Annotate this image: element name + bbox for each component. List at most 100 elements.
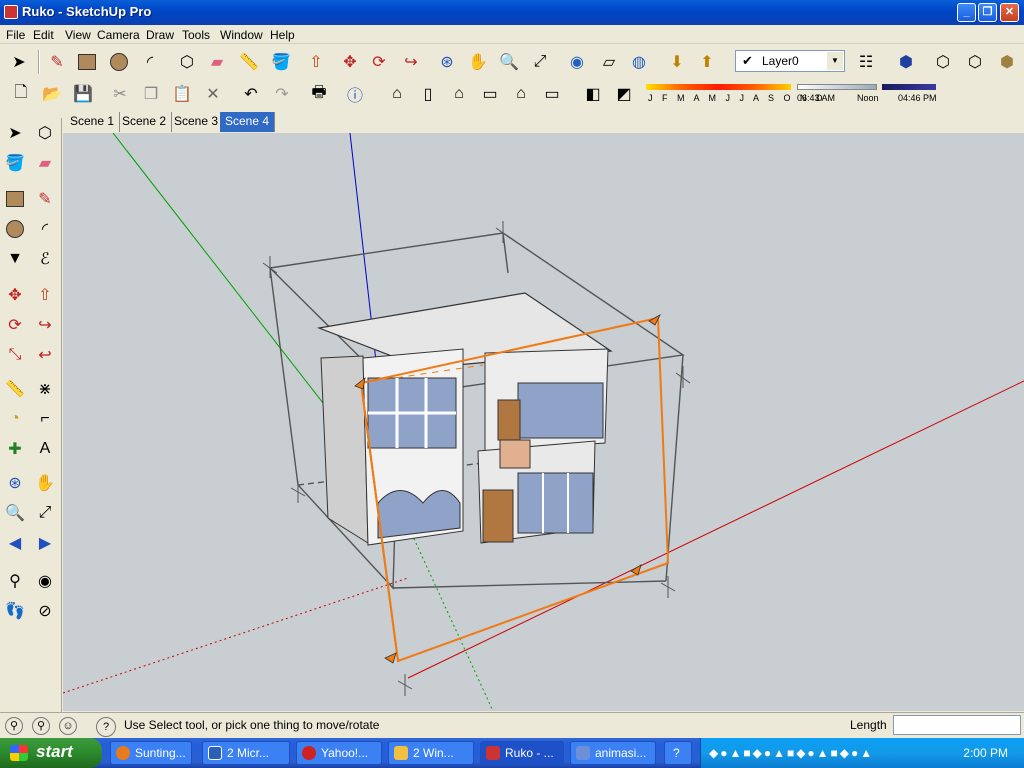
eraser-icon[interactable]: ▰ (204, 49, 230, 75)
walk-footprints-icon[interactable]: 👣 (2, 598, 28, 624)
maximize-button[interactable]: ❐ (978, 3, 997, 22)
tape-measure-icon[interactable]: 📏 (2, 376, 28, 402)
credits-icon[interactable]: ⚲ (32, 717, 50, 735)
building-model[interactable] (316, 292, 613, 546)
follow-me-icon[interactable]: ↪ (398, 49, 424, 75)
task-explorer[interactable]: 2 Win... (388, 741, 474, 765)
redo-icon[interactable]: ↷ (269, 81, 295, 107)
tab-scene-1[interactable]: Scene 1 (65, 112, 121, 132)
open-folder-icon[interactable]: 📂 (39, 81, 65, 107)
protractor-icon[interactable]: ◔ (2, 406, 28, 432)
select-icon[interactable]: ➤ (2, 120, 28, 146)
axes-icon[interactable]: ✚ (2, 436, 28, 462)
zoom-icon[interactable]: 🔍 (496, 49, 522, 75)
move-icon[interactable]: ✥ (2, 282, 28, 308)
user-icon[interactable]: ☺ (59, 717, 77, 735)
text-tool-icon[interactable]: ⌐ (32, 406, 58, 432)
back-view-icon[interactable]: ⌂ (508, 81, 534, 107)
geo-location-icon[interactable]: ⚲ (5, 717, 23, 735)
tab-scene-4[interactable]: Scene 4 (220, 112, 276, 132)
new-file-icon[interactable]: 🗋 (8, 81, 34, 107)
circle-icon[interactable] (106, 49, 132, 75)
month-slider[interactable] (646, 84, 791, 90)
copy-icon[interactable]: ❐ (138, 81, 164, 107)
close-button[interactable]: ✕ (1000, 3, 1019, 22)
eraser-icon[interactable]: ▰ (32, 150, 58, 176)
paint-bucket-icon[interactable]: 🪣 (2, 150, 28, 176)
zoom-extents-icon[interactable]: ⤢ (527, 49, 553, 75)
zoom-window-icon[interactable]: ⤢ (32, 500, 58, 526)
iso-view-icon[interactable]: ⌂ (384, 81, 410, 107)
share-component-icon[interactable]: ⬆ (694, 49, 720, 75)
rectangle-icon[interactable] (2, 186, 28, 212)
help-taskbar-button[interactable]: ? (664, 741, 692, 765)
time-slider-end[interactable] (882, 84, 936, 90)
top-view-icon[interactable]: ▯ (415, 81, 441, 107)
menu-tools[interactable]: Tools (182, 28, 210, 42)
offset-icon[interactable]: ↩ (32, 342, 58, 368)
task-sketchup[interactable]: Ruko - ... (480, 741, 564, 765)
measurements-input[interactable] (893, 715, 1021, 735)
tab-scene-3[interactable]: Scene 3 (169, 112, 225, 132)
move-icon[interactable]: ✥ (337, 49, 363, 75)
help-icon[interactable]: ? (96, 717, 116, 737)
share-model-icon[interactable]: ▱ (596, 49, 622, 75)
section-plane-icon[interactable]: ⊘ (32, 598, 58, 624)
menu-camera[interactable]: Camera (97, 28, 140, 42)
polygon-icon[interactable]: ▼ (2, 246, 28, 272)
3d-text-icon[interactable]: A (32, 436, 58, 462)
freehand-icon[interactable]: ℰ (32, 246, 58, 272)
get-component-icon[interactable]: ⬇ (664, 49, 690, 75)
menu-view[interactable]: View (65, 28, 91, 42)
arc-icon[interactable]: ◜ (137, 49, 163, 75)
scale-icon[interactable]: ⤡ (2, 342, 28, 368)
model-info-icon[interactable]: ⓘ (342, 81, 368, 107)
make-component-icon[interactable]: ⬡ (174, 49, 200, 75)
time-slider[interactable] (797, 84, 877, 90)
shadow-settings-icon[interactable]: ◧ (580, 81, 606, 107)
google-earth-icon[interactable]: ◍ (626, 49, 652, 75)
line-icon[interactable]: ✎ (32, 186, 58, 212)
menu-draw[interactable]: Draw (146, 28, 174, 42)
xray-style-icon[interactable]: ⬢ (893, 49, 919, 75)
orbit-icon[interactable]: ⊛ (434, 49, 460, 75)
clock[interactable]: 2:00 PM (963, 746, 1008, 760)
zoom-icon[interactable]: 🔍 (2, 500, 28, 526)
chevron-down-icon[interactable]: ▼ (827, 52, 843, 70)
pencil-line-icon[interactable]: ✎ (44, 49, 70, 75)
push-pull-icon[interactable]: ⇧ (32, 282, 58, 308)
front-view-icon[interactable]: ⌂ (446, 81, 472, 107)
get-models-icon[interactable]: ◉ (564, 49, 590, 75)
display-shadows-icon[interactable]: ◩ (611, 81, 637, 107)
minimize-button[interactable]: _ (957, 3, 976, 22)
pan-hand-icon[interactable]: ✋ (32, 470, 58, 496)
pan-hand-icon[interactable]: ✋ (465, 49, 491, 75)
shaded-style-icon[interactable]: ⬢ (994, 49, 1020, 75)
arc-icon[interactable]: ◜ (32, 216, 58, 242)
push-pull-icon[interactable]: ⇧ (303, 49, 329, 75)
tape-measure-icon[interactable]: 📏 (236, 49, 262, 75)
rotate-icon[interactable]: ⟳ (366, 49, 392, 75)
task-firefox[interactable]: Sunting... (110, 741, 192, 765)
right-view-icon[interactable]: ▭ (477, 81, 503, 107)
delete-icon[interactable]: ✕ (200, 81, 226, 107)
print-icon[interactable]: 🖶 (306, 81, 332, 107)
left-view-icon[interactable]: ▭ (539, 81, 565, 107)
task-opera[interactable]: Yahoo!... (296, 741, 382, 765)
menu-edit[interactable]: Edit (33, 28, 54, 42)
dimension-icon[interactable]: ⋇ (32, 376, 58, 402)
paste-icon[interactable]: 📋 (169, 81, 195, 107)
circle-icon[interactable] (2, 216, 28, 242)
make-component-icon[interactable]: ⬡ (32, 120, 58, 146)
model-canvas[interactable] (63, 133, 1024, 711)
layer-select[interactable]: ✔ Layer0 ▼ (735, 50, 845, 72)
menu-file[interactable]: File (6, 28, 25, 42)
tray-icons[interactable]: ◆●▲■◆●▲■◆●▲■◆●▲ (709, 746, 919, 760)
select-tool-icon[interactable]: ➤ (6, 49, 32, 75)
rectangle-icon[interactable] (74, 49, 100, 75)
start-button[interactable]: start (0, 738, 102, 768)
rotate-icon[interactable]: ⟳ (2, 312, 28, 338)
hidden-line-style-icon[interactable]: ⬡ (962, 49, 988, 75)
save-icon[interactable]: 💾 (70, 81, 96, 107)
cut-icon[interactable]: ✂ (107, 81, 133, 107)
